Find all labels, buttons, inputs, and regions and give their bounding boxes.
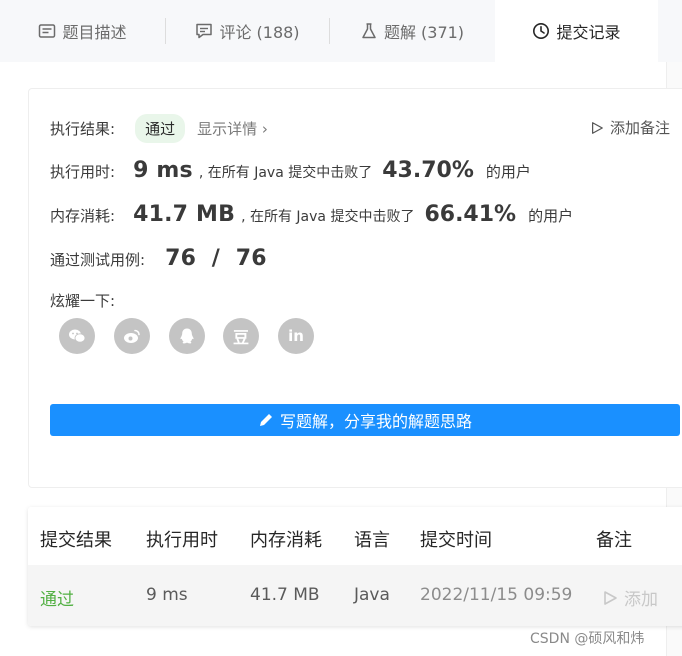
share-label: 炫耀一下:	[50, 292, 116, 310]
write-solution-label: 写题解，分享我的解题思路	[279, 412, 472, 431]
tab-submissions[interactable]: 提交记录	[495, 0, 658, 62]
row-add-note-button[interactable]: 添加	[602, 585, 658, 610]
runtime-value: 9 ms	[133, 158, 193, 183]
weibo-icon[interactable]	[114, 318, 150, 354]
tab-label: 题目描述	[62, 23, 127, 42]
runtime-suffix: 的用户	[485, 163, 531, 181]
tab-label: 提交记录	[556, 23, 621, 42]
runtime-label: 执行用时:	[50, 163, 116, 181]
runtime-row: 执行用时: 9 ms , 在所有 Java 提交中击败了 43.70% 的用户	[50, 158, 531, 183]
submission-status-link[interactable]: 通过	[40, 585, 74, 610]
flask-icon	[360, 22, 378, 40]
column-header: 执行用时	[146, 530, 218, 551]
column-header: 备注	[596, 530, 632, 551]
memory-percent: 66.41%	[424, 202, 517, 227]
tab-description[interactable]: 题目描述	[0, 0, 165, 62]
table-header: 提交结果 执行用时 内存消耗 语言 提交时间 备注	[28, 507, 682, 565]
status-badge: 通过	[135, 114, 186, 143]
submission-runtime: 9 ms	[146, 585, 188, 605]
tab-label: 题解 (371)	[383, 23, 465, 42]
play-icon	[604, 590, 617, 605]
column-header: 提交时间	[420, 530, 492, 551]
play-icon	[592, 121, 603, 134]
write-solution-button[interactable]: 写题解，分享我的解题思路	[50, 404, 680, 436]
submission-language: Java	[354, 585, 390, 605]
clock-icon	[532, 22, 550, 40]
wechat-icon[interactable]	[59, 318, 95, 354]
result-status-label: 执行结果:	[50, 120, 116, 138]
tests-label: 通过测试用例:	[50, 251, 146, 269]
column-header: 内存消耗	[250, 530, 322, 551]
runtime-percent: 43.70%	[382, 158, 474, 183]
result-status-row: 执行结果: 通过 显示详情 ›	[50, 114, 268, 143]
column-header: 语言	[354, 530, 390, 551]
memory-row: 内存消耗: 41.7 MB , 在所有 Java 提交中击败了 66.41% 的…	[50, 202, 573, 227]
tab-solutions[interactable]: 题解 (371)	[330, 0, 494, 62]
table-row[interactable]: 通过 9 ms 41.7 MB Java 2022/11/15 09:59 添加	[28, 565, 682, 626]
submission-time: 2022/11/15 09:59	[420, 585, 573, 605]
linkedin-icon[interactable]: in	[278, 318, 314, 354]
show-details-link[interactable]: 显示详情 ›	[197, 118, 268, 139]
qq-icon[interactable]	[169, 318, 205, 354]
memory-beat-text: , 在所有 Java 提交中击败了	[241, 209, 415, 225]
submissions-table: 提交结果 执行用时 内存消耗 语言 提交时间 备注 通过 9 ms 41.7 M…	[28, 507, 682, 626]
comment-icon	[195, 22, 213, 40]
description-icon	[38, 22, 56, 40]
tests-value: 76 / 76	[165, 246, 267, 271]
runtime-beat-text: , 在所有 Java 提交中击败了	[198, 165, 373, 181]
pencil-icon	[259, 414, 272, 426]
share-row: 炫耀一下:	[50, 290, 115, 311]
add-note-button[interactable]: 添加备注	[590, 117, 670, 138]
douban-icon[interactable]: 豆	[223, 318, 259, 354]
tab-comments[interactable]: 评论 (188)	[166, 0, 329, 62]
column-header: 提交结果	[40, 530, 112, 551]
tab-bar: 题目描述 评论 (188) 题解 (371) 提交记录	[0, 0, 682, 63]
tests-row: 通过测试用例: 76 / 76	[50, 246, 267, 271]
row-add-note-label: 添加	[624, 590, 658, 610]
tab-label: 评论 (188)	[219, 23, 300, 42]
memory-label: 内存消耗:	[50, 207, 116, 225]
submission-memory: 41.7 MB	[250, 585, 320, 605]
memory-value: 41.7 MB	[133, 202, 236, 227]
memory-suffix: 的用户	[528, 207, 574, 225]
watermark: CSDN @硕风和炜	[530, 631, 645, 647]
add-note-label: 添加备注	[610, 119, 671, 137]
